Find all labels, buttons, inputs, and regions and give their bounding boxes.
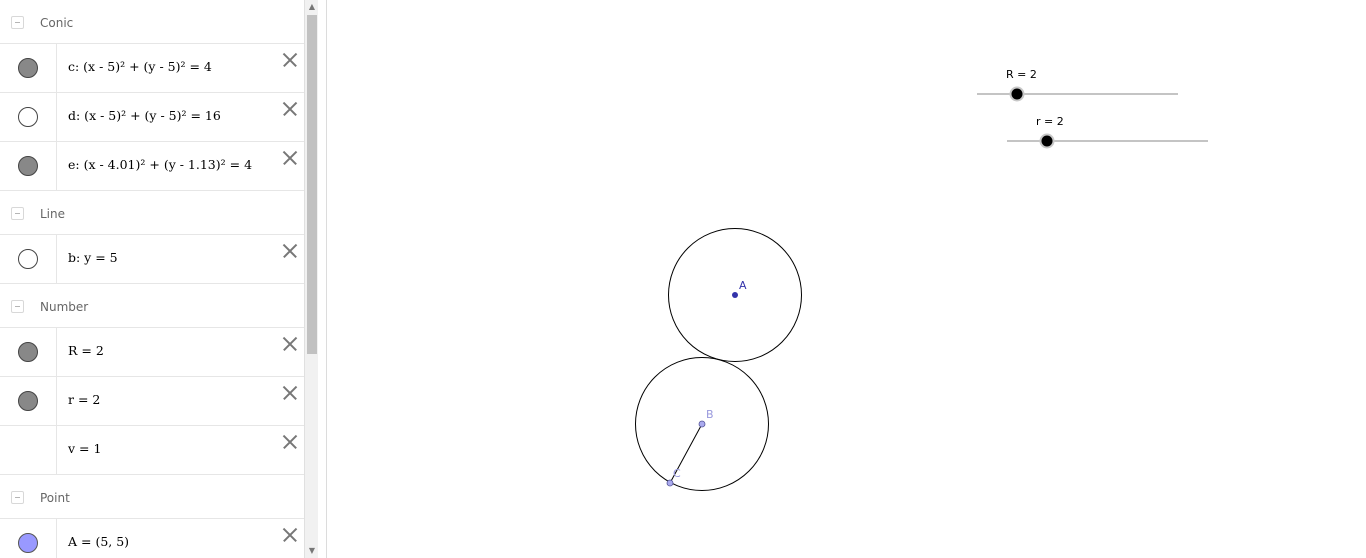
group-label: Line	[40, 207, 66, 221]
point-B-label: B	[706, 408, 714, 421]
marble-cell	[0, 377, 57, 425]
algebra-item[interactable]: R = 2	[0, 328, 304, 377]
slider-r[interactable]: r = 2	[1007, 115, 1208, 149]
algebra-item[interactable]: v = 1	[0, 426, 304, 475]
graphics-view[interactable]: R = 2 r = 2 A B C	[327, 0, 1366, 558]
slider-R-label: R = 2	[1006, 68, 1037, 81]
algebra-scrollbar[interactable]: ▲ ▼	[304, 0, 318, 558]
delete-x-icon[interactable]	[280, 334, 300, 354]
algebra-definition[interactable]: R = 2	[68, 343, 104, 358]
group-label: Point	[40, 491, 70, 505]
algebra-definition[interactable]: c: (x - 5)² + (y - 5)² = 4	[68, 59, 212, 74]
slider-R-handle[interactable]	[1011, 88, 1023, 100]
scroll-down-arrow-icon[interactable]: ▼	[305, 544, 319, 558]
delete-x-icon[interactable]	[280, 525, 300, 545]
visibility-toggle-icon[interactable]	[18, 58, 38, 78]
visibility-toggle-icon[interactable]	[18, 107, 38, 127]
group-header-line[interactable]: Line	[0, 191, 304, 235]
marble-cell	[0, 426, 57, 474]
collapse-icon[interactable]	[11, 491, 24, 504]
delete-x-icon[interactable]	[280, 241, 300, 261]
delete-x-icon[interactable]	[280, 50, 300, 70]
view-divider[interactable]	[318, 0, 327, 558]
collapse-icon[interactable]	[11, 207, 24, 220]
visibility-toggle-icon[interactable]	[18, 533, 38, 553]
visibility-toggle-icon[interactable]	[18, 156, 38, 176]
algebra-item[interactable]: e: (x - 4.01)² + (y - 1.13)² = 4	[0, 142, 304, 191]
algebra-definition[interactable]: b: y = 5	[68, 250, 118, 265]
marble-cell	[0, 93, 57, 141]
geogebra-app: Conic c: (x - 5)² + (y - 5)² = 4 d: (x - 5…	[0, 0, 1366, 558]
marble-cell	[0, 44, 57, 92]
algebra-item[interactable]: c: (x - 5)² + (y - 5)² = 4	[0, 44, 304, 93]
slider-R[interactable]: R = 2	[977, 68, 1178, 102]
algebra-definition[interactable]: v = 1	[68, 441, 101, 456]
marble-cell	[0, 328, 57, 376]
point-C-label: C	[673, 467, 681, 480]
algebra-definition[interactable]: A = (5, 5)	[68, 534, 129, 549]
algebra-definition[interactable]: r = 2	[68, 392, 100, 407]
visibility-toggle-icon[interactable]	[18, 249, 38, 269]
marble-cell	[0, 235, 57, 283]
visibility-toggle-icon[interactable]	[18, 342, 38, 362]
delete-x-icon[interactable]	[280, 383, 300, 403]
algebra-item[interactable]: d: (x - 5)² + (y - 5)² = 16	[0, 93, 304, 142]
point-A[interactable]	[732, 292, 738, 298]
delete-x-icon[interactable]	[280, 432, 300, 452]
algebra-definition[interactable]: d: (x - 5)² + (y - 5)² = 16	[68, 108, 221, 123]
visibility-toggle-icon[interactable]	[18, 391, 38, 411]
collapse-icon[interactable]	[11, 16, 24, 29]
marble-cell	[0, 142, 57, 190]
algebra-view: Conic c: (x - 5)² + (y - 5)² = 4 d: (x - 5…	[0, 0, 304, 558]
point-C[interactable]	[666, 479, 674, 487]
group-label: Conic	[40, 16, 74, 30]
group-header-number[interactable]: Number	[0, 284, 304, 328]
marble-cell	[0, 519, 57, 558]
scroll-up-arrow-icon[interactable]: ▲	[305, 0, 319, 14]
point-B[interactable]	[698, 420, 706, 428]
delete-x-icon[interactable]	[280, 99, 300, 119]
group-header-conic[interactable]: Conic	[0, 0, 304, 44]
delete-x-icon[interactable]	[280, 148, 300, 168]
group-header-point[interactable]: Point	[0, 475, 304, 519]
slider-r-label: r = 2	[1036, 115, 1064, 128]
scroll-thumb[interactable]	[307, 15, 317, 354]
algebra-item[interactable]: A = (5, 5)	[0, 519, 304, 558]
collapse-icon[interactable]	[11, 300, 24, 313]
group-label: Number	[40, 300, 89, 314]
algebra-definition[interactable]: e: (x - 4.01)² + (y - 1.13)² = 4	[68, 157, 252, 172]
graphics-canvas[interactable]: R = 2 r = 2 A B C	[327, 0, 1366, 558]
algebra-item[interactable]: r = 2	[0, 377, 304, 426]
slider-r-handle[interactable]	[1041, 135, 1053, 147]
algebra-item[interactable]: b: y = 5	[0, 235, 304, 284]
point-A-label: A	[739, 279, 747, 292]
